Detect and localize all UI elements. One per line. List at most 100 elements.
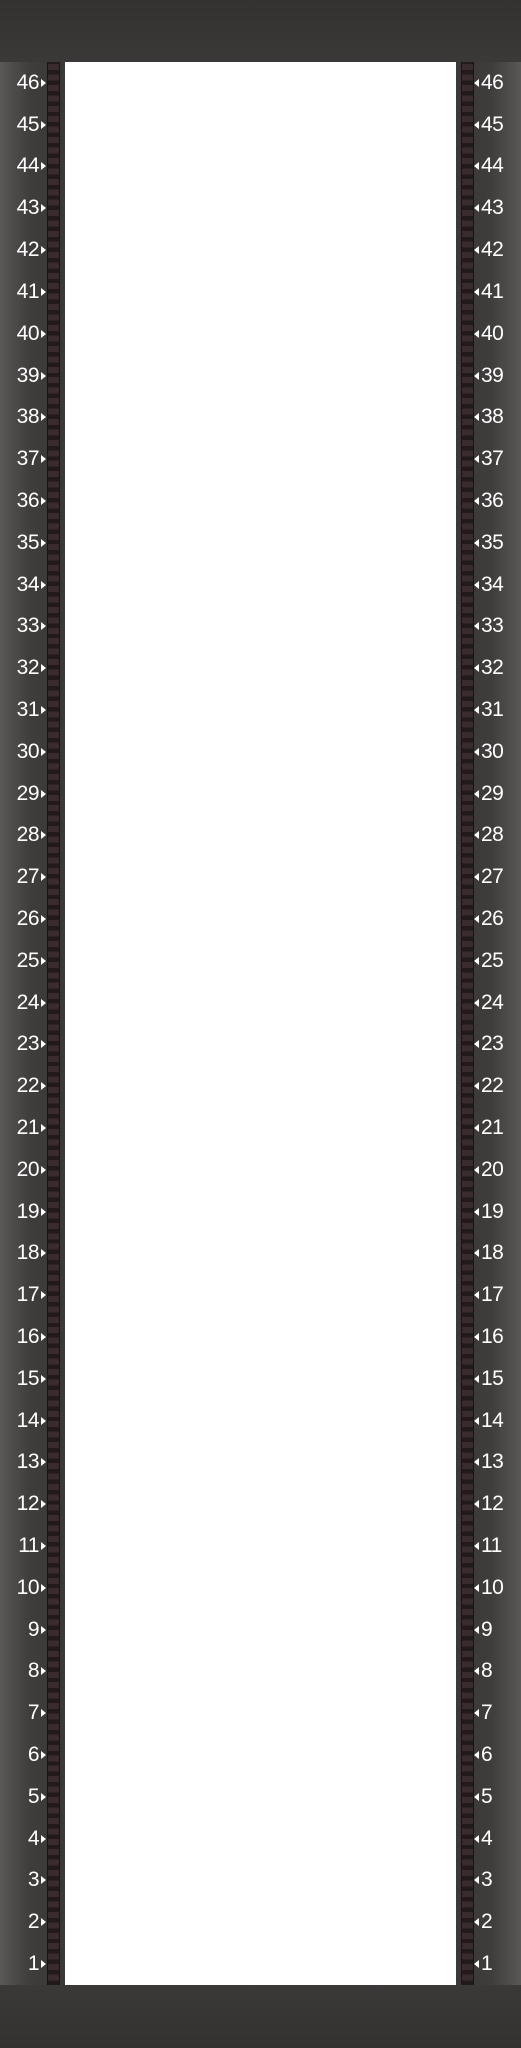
triangle-left-icon bbox=[474, 1416, 479, 1425]
unit-number: 24 bbox=[16, 990, 40, 1014]
unit-label-left: 41 bbox=[17, 271, 46, 313]
unit-number: 32 bbox=[16, 656, 40, 680]
unit-label-right: 25 bbox=[474, 940, 504, 982]
unit-label-left: 8 bbox=[28, 1651, 46, 1693]
triangle-left-icon bbox=[474, 1918, 479, 1927]
unit-label-right: 4 bbox=[474, 1818, 493, 1860]
triangle-left-icon bbox=[474, 120, 479, 129]
unit-label-left: 2 bbox=[28, 1901, 46, 1943]
unit-label-left: 45 bbox=[17, 104, 46, 146]
triangle-right-icon bbox=[41, 1500, 46, 1509]
unit-number: 21 bbox=[16, 1115, 40, 1139]
unit-number: 46 bbox=[16, 70, 40, 94]
unit-number: 34 bbox=[481, 572, 504, 596]
unit-label-right: 46 bbox=[474, 62, 504, 104]
triangle-right-icon bbox=[41, 371, 46, 380]
unit-label-left: 35 bbox=[17, 522, 46, 564]
triangle-right-icon bbox=[41, 455, 46, 464]
unit-label-right: 42 bbox=[474, 229, 504, 271]
unit-number: 26 bbox=[16, 906, 40, 930]
unit-number: 25 bbox=[481, 948, 504, 972]
unit-number: 16 bbox=[16, 1325, 40, 1349]
unit-label-right: 28 bbox=[474, 814, 504, 856]
unit-number: 20 bbox=[481, 1157, 504, 1181]
unit-label-left: 26 bbox=[17, 898, 46, 940]
unit-label-left: 39 bbox=[17, 355, 46, 397]
triangle-right-icon bbox=[41, 831, 46, 840]
triangle-right-icon bbox=[41, 705, 46, 714]
triangle-left-icon bbox=[474, 664, 479, 673]
unit-number: 25 bbox=[16, 948, 40, 972]
triangle-right-icon bbox=[41, 287, 46, 296]
triangle-left-icon bbox=[474, 1709, 479, 1718]
triangle-left-icon bbox=[474, 1500, 479, 1509]
unit-number: 36 bbox=[16, 488, 40, 512]
unit-label-left: 11 bbox=[18, 1525, 46, 1567]
triangle-left-icon bbox=[474, 1960, 479, 1969]
unit-label-right: 1 bbox=[474, 1943, 493, 1985]
triangle-left-icon bbox=[474, 1333, 479, 1342]
unit-number: 5 bbox=[481, 1784, 493, 1808]
unit-number: 14 bbox=[16, 1408, 40, 1432]
unit-label-right: 44 bbox=[474, 146, 504, 188]
triangle-right-icon bbox=[41, 1082, 46, 1091]
unit-label-left: 22 bbox=[17, 1065, 46, 1107]
unit-number: 33 bbox=[481, 614, 504, 638]
triangle-left-icon bbox=[474, 1082, 479, 1091]
unit-number: 35 bbox=[16, 530, 40, 554]
unit-number: 15 bbox=[481, 1366, 504, 1390]
unit-label-left: 16 bbox=[17, 1316, 46, 1358]
unit-label-left: 43 bbox=[17, 187, 46, 229]
unit-number: 4 bbox=[27, 1826, 40, 1850]
unit-number: 42 bbox=[16, 238, 40, 262]
triangle-left-icon bbox=[474, 789, 479, 798]
triangle-right-icon bbox=[41, 1416, 46, 1425]
triangle-left-icon bbox=[474, 914, 479, 923]
unit-label-left: 40 bbox=[17, 313, 46, 355]
right-mounting-rail bbox=[461, 62, 474, 1985]
unit-label-left: 17 bbox=[17, 1274, 46, 1316]
unit-label-right: 27 bbox=[474, 856, 504, 898]
unit-label-right: 22 bbox=[474, 1065, 504, 1107]
triangle-left-icon bbox=[474, 1458, 479, 1467]
unit-label-right: 10 bbox=[474, 1567, 504, 1609]
unit-number: 9 bbox=[27, 1617, 40, 1641]
server-rack: 46 45 44 43 42 41 40 39 38 37 36 35 34 33 32 31 30 29 28 27… bbox=[0, 0, 521, 2048]
unit-number: 36 bbox=[481, 488, 504, 512]
unit-number: 7 bbox=[27, 1701, 40, 1725]
triangle-left-icon bbox=[474, 1542, 479, 1551]
unit-label-right: 8 bbox=[474, 1651, 493, 1693]
triangle-left-icon bbox=[474, 413, 479, 422]
triangle-right-icon bbox=[41, 120, 46, 129]
unit-number: 13 bbox=[481, 1450, 504, 1474]
unit-label-left: 24 bbox=[17, 982, 46, 1024]
triangle-left-icon bbox=[474, 580, 479, 589]
unit-number: 18 bbox=[16, 1241, 40, 1265]
unit-label-left: 32 bbox=[17, 647, 46, 689]
unit-number: 11 bbox=[18, 1534, 39, 1558]
unit-label-left: 31 bbox=[17, 689, 46, 731]
triangle-left-icon bbox=[474, 1583, 479, 1592]
triangle-left-icon bbox=[474, 1123, 479, 1132]
unit-label-right: 36 bbox=[474, 480, 504, 522]
triangle-right-icon bbox=[41, 1834, 46, 1843]
triangle-right-icon bbox=[41, 789, 46, 798]
triangle-right-icon bbox=[41, 538, 46, 547]
triangle-left-icon bbox=[474, 1040, 479, 1049]
triangle-right-icon bbox=[41, 1751, 46, 1760]
unit-number: 40 bbox=[16, 321, 40, 345]
unit-label-right: 39 bbox=[474, 355, 504, 397]
triangle-left-icon bbox=[474, 1374, 479, 1383]
triangle-right-icon bbox=[41, 78, 46, 87]
unit-label-left: 25 bbox=[17, 940, 46, 982]
rack-bottom-frame bbox=[0, 1985, 521, 2048]
triangle-right-icon bbox=[41, 496, 46, 505]
triangle-right-icon bbox=[41, 1249, 46, 1258]
unit-label-right: 23 bbox=[474, 1024, 504, 1066]
unit-number: 17 bbox=[16, 1283, 40, 1307]
unit-label-right: 17 bbox=[474, 1274, 504, 1316]
unit-label-left: 14 bbox=[17, 1400, 46, 1442]
unit-number: 13 bbox=[16, 1450, 40, 1474]
triangle-right-icon bbox=[41, 998, 46, 1007]
unit-label-left: 37 bbox=[17, 438, 46, 480]
